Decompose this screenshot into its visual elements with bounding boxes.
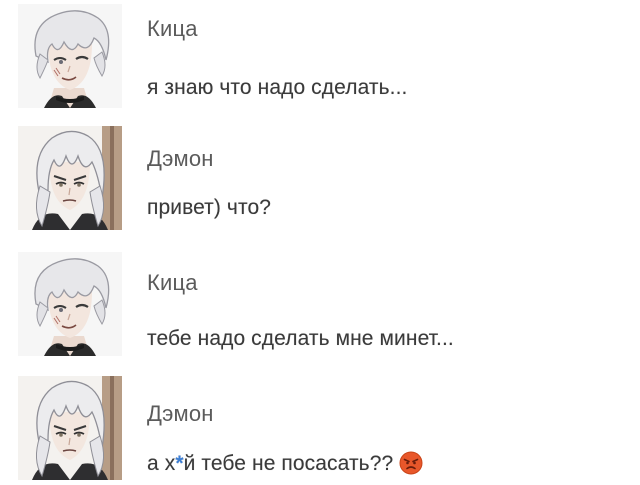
message-text-part: й тебе не посасать?? <box>183 452 394 475</box>
message-item: Дэмон привет) что? <box>0 122 640 232</box>
kitsa-avatar-icon[interactable] <box>18 4 122 108</box>
message-text: я знаю что надо сделать... <box>147 76 408 99</box>
chat-message-list: Кица я знаю что надо сделать... Дэмон пр… <box>0 0 640 485</box>
demon-avatar-icon[interactable] <box>18 376 122 480</box>
message-author[interactable]: Дэмон <box>147 146 214 172</box>
message-item: Дэмон а х*й тебе не посасать?? <box>0 372 640 482</box>
message-author[interactable]: Кица <box>147 270 198 296</box>
message-text: привет) что? <box>147 196 272 219</box>
message-item: Кица я знаю что надо сделать... <box>0 0 640 110</box>
message-text-part: а х <box>147 452 176 475</box>
angry-face-emoji-icon <box>399 451 423 475</box>
demon-avatar-icon[interactable] <box>18 126 122 230</box>
message-text: а х*й тебе не посасать?? <box>147 451 423 476</box>
message-item: Кица тебе надо сделать мне минет... <box>0 248 640 358</box>
censor-star: * <box>175 452 184 475</box>
message-author[interactable]: Кица <box>147 16 198 42</box>
kitsa-avatar-icon[interactable] <box>18 252 122 356</box>
message-text: тебе надо сделать мне минет... <box>147 327 454 350</box>
message-author[interactable]: Дэмон <box>147 401 214 427</box>
